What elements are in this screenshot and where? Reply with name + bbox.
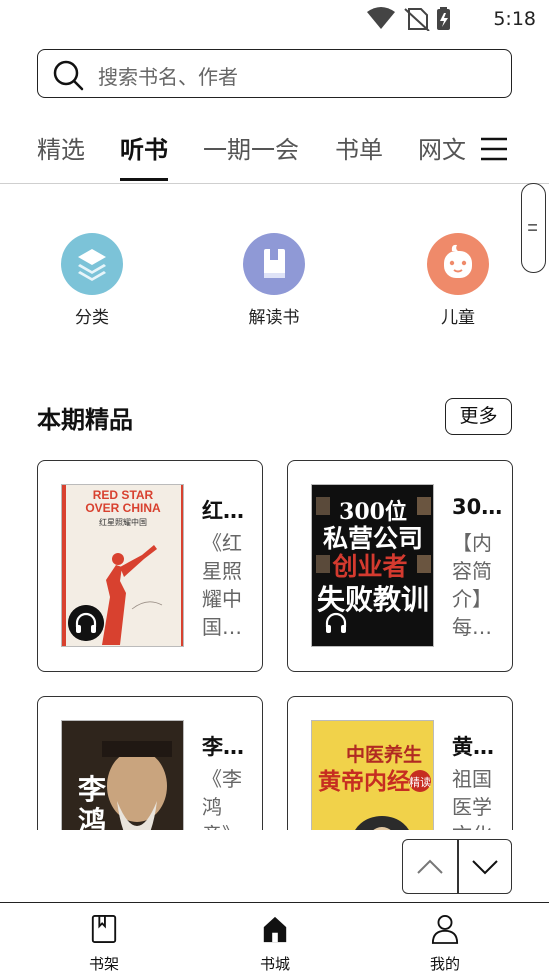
book-card[interactable]: RED STAR OVER CHINA 红星照耀中国 红… 《红 星照 耀中 国… bbox=[37, 460, 263, 672]
cover-title-line: 300位 bbox=[339, 499, 407, 525]
drag-lines-icon bbox=[528, 224, 537, 231]
no-sim-icon bbox=[404, 8, 430, 31]
search-input[interactable]: 搜索书名、作者 bbox=[37, 49, 512, 98]
tab-ichigo-ichie[interactable]: 一期一会 bbox=[203, 130, 299, 165]
page-scroll-control bbox=[402, 839, 512, 894]
cover-title-line: RED STAR bbox=[93, 488, 154, 502]
book-icon bbox=[243, 233, 305, 295]
person-icon bbox=[431, 915, 459, 944]
nav-profile[interactable]: 我的 bbox=[405, 913, 485, 974]
cover-subtitle: 红星照耀中国 bbox=[99, 517, 147, 527]
cover-title-line: 创业者 bbox=[331, 552, 407, 581]
tab-web-novels[interactable]: 网文 bbox=[418, 130, 466, 165]
menu-icon[interactable] bbox=[479, 136, 509, 162]
cover-title-line: 李 bbox=[78, 773, 106, 806]
shortcut-category[interactable]: 分类 bbox=[52, 233, 132, 328]
book-list: RED STAR OVER CHINA 红星照耀中国 红… 《红 星照 耀中 国… bbox=[0, 455, 549, 830]
shortcut-label: 儿童 bbox=[441, 308, 475, 328]
nav-label: 书架 bbox=[88, 955, 119, 973]
wifi-icon bbox=[367, 7, 395, 29]
nav-label: 书城 bbox=[259, 955, 290, 973]
status-time: 5:18 bbox=[493, 8, 536, 30]
scroll-handle[interactable] bbox=[521, 183, 546, 273]
book-cover: 中医养生 黄帝内经 精读 bbox=[311, 720, 434, 830]
status-icons bbox=[367, 7, 450, 31]
more-button[interactable]: 更多 bbox=[445, 398, 512, 435]
chevron-down-icon bbox=[472, 860, 498, 875]
book-description: 【内 容简 介】 每… bbox=[452, 531, 492, 639]
shortcut-label: 解读书 bbox=[248, 308, 300, 328]
battery-charging-icon bbox=[437, 7, 450, 30]
book-title: 李… bbox=[202, 735, 244, 759]
tab-booklists[interactable]: 书单 bbox=[335, 130, 383, 165]
cover-title-line: 精读 bbox=[409, 775, 431, 789]
book-cover: 300位 私营公司 创业者 失败教训 bbox=[311, 484, 434, 647]
page-up-button[interactable] bbox=[403, 840, 457, 893]
bookshelf-icon bbox=[91, 915, 117, 943]
nav-label: 我的 bbox=[429, 955, 460, 973]
headphone-icon bbox=[325, 612, 347, 633]
book-title: 红… bbox=[202, 499, 244, 523]
book-title: 30… bbox=[452, 495, 503, 519]
chevron-up-icon bbox=[417, 859, 443, 874]
search-icon bbox=[53, 60, 84, 91]
book-description: 祖国医学文化 bbox=[452, 767, 492, 830]
book-description: 《红 星照 耀中 国… bbox=[202, 531, 242, 639]
tab-featured[interactable]: 精选 bbox=[37, 130, 85, 165]
cover-title-line: 鸿 bbox=[78, 805, 106, 830]
book-cover: 李 鸿 bbox=[61, 720, 184, 830]
status-bar: 5:18 bbox=[0, 0, 549, 38]
bottom-nav: 书架 书城 我的 bbox=[0, 902, 549, 976]
book-card[interactable]: 300位 私营公司 创业者 失败教训 30… 【内 容简 介】 每… bbox=[287, 460, 513, 672]
headphone-icon bbox=[68, 605, 104, 641]
layers-icon bbox=[61, 233, 123, 295]
book-description: 《李鸿章》 bbox=[202, 767, 242, 830]
cover-title-line: 黄帝内经 bbox=[318, 768, 410, 795]
cover-title-line: OVER CHINA bbox=[85, 501, 161, 515]
book-card[interactable]: 中医养生 黄帝内经 精读 黄… 祖国医学文化 bbox=[287, 696, 513, 830]
tab-audiobooks[interactable]: 听书 bbox=[120, 130, 168, 165]
nav-bookshelf[interactable]: 书架 bbox=[64, 913, 144, 974]
book-card[interactable]: 李 鸿 李… 《李鸿章》 bbox=[37, 696, 263, 830]
shortcut-label: 分类 bbox=[75, 308, 109, 328]
home-icon bbox=[263, 916, 287, 943]
category-tabs: 精选 听书 一期一会 书单 网文 bbox=[0, 120, 549, 184]
book-cover: RED STAR OVER CHINA 红星照耀中国 bbox=[61, 484, 184, 647]
section-title: 本期精品 bbox=[37, 406, 133, 434]
cover-title-line: 中医养生 bbox=[346, 743, 422, 766]
search-placeholder: 搜索书名、作者 bbox=[98, 65, 238, 89]
book-title: 黄… bbox=[452, 735, 494, 759]
cover-title-line: 私营公司 bbox=[323, 524, 423, 553]
shortcut-children[interactable]: 儿童 bbox=[418, 233, 498, 328]
nav-bookstore[interactable]: 书城 bbox=[235, 913, 315, 974]
active-tab-indicator bbox=[120, 178, 168, 181]
child-face-icon bbox=[427, 233, 489, 295]
shortcut-book-interpretation[interactable]: 解读书 bbox=[234, 233, 314, 328]
page-down-button[interactable] bbox=[458, 840, 512, 893]
